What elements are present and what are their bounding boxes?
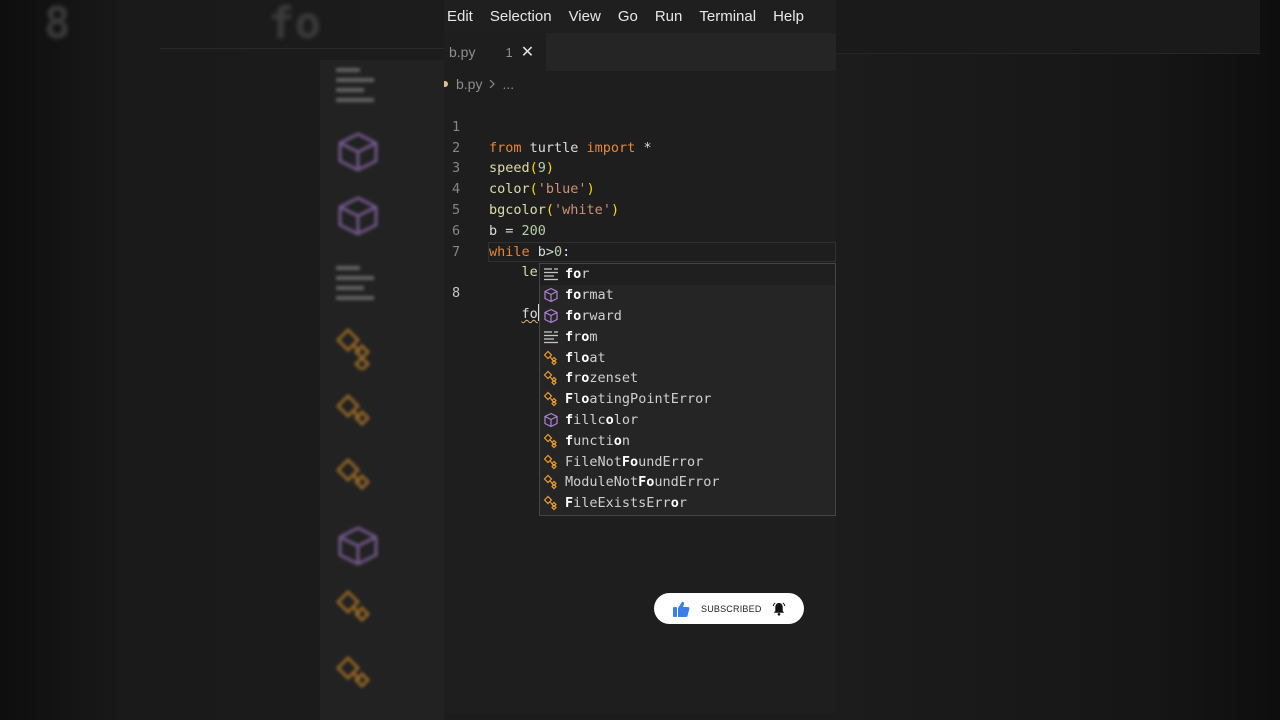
keyword-icon bbox=[544, 331, 558, 343]
code-line: 3 color('blue') bbox=[444, 138, 836, 197]
suggestion-item[interactable]: FloatingPointError bbox=[540, 389, 835, 410]
problems-count-badge: 1 bbox=[505, 44, 513, 60]
code-area[interactable]: 1 from turtle import * 2 speed(9) 3 colo… bbox=[444, 96, 836, 322]
tab-bar: b.py 1 ✕ bbox=[444, 33, 836, 71]
menu-bar: Edit Selection View Go Run Terminal Help bbox=[444, 0, 836, 33]
tab-filename: b.py bbox=[449, 44, 476, 60]
modified-indicator bbox=[444, 81, 448, 87]
class-icon bbox=[543, 433, 557, 449]
suggestion-item[interactable]: FileNotFoundError bbox=[540, 451, 835, 472]
suggestion-label: FileNotFoundError bbox=[565, 453, 704, 470]
menu-view[interactable]: View bbox=[569, 8, 601, 25]
variable-icon bbox=[544, 308, 558, 324]
suggestion-item[interactable]: function bbox=[540, 430, 835, 451]
class-icon bbox=[543, 495, 557, 511]
code-line: 1 from turtle import * bbox=[444, 96, 836, 156]
backdrop-divider bbox=[160, 48, 444, 49]
typed-text: fo bbox=[521, 305, 538, 322]
autocomplete-suggestions: for format forward from float frozenset Floati… bbox=[539, 263, 836, 516]
backdrop-class-icon bbox=[335, 393, 371, 427]
suggestion-label: forward bbox=[565, 307, 622, 324]
code-line: 2 speed(9) bbox=[444, 117, 836, 177]
suggestion-item[interactable]: ModuleNotFoundError bbox=[540, 472, 835, 493]
menu-run[interactable]: Run bbox=[655, 8, 683, 25]
code-line: 7 left(b) bbox=[444, 221, 836, 281]
suggestion-item[interactable]: fillcolor bbox=[540, 410, 835, 431]
menu-terminal[interactable]: Terminal bbox=[699, 8, 756, 25]
backdrop-class-icon bbox=[335, 327, 371, 370]
backdrop-class-icon bbox=[335, 655, 371, 689]
suggestion-item[interactable]: frozenset bbox=[540, 368, 835, 389]
suggestion-item[interactable]: float bbox=[540, 347, 835, 368]
suggestion-item[interactable]: for bbox=[540, 264, 835, 285]
breadcrumb-file[interactable]: b.py bbox=[456, 76, 482, 92]
breadcrumb: b.py ... bbox=[444, 73, 514, 95]
code-line: 4 bgcolor('white') bbox=[444, 158, 836, 218]
suggestion-label: ModuleNotFoundError bbox=[565, 474, 720, 491]
suggestion-label: FileExistsError bbox=[565, 495, 687, 512]
blurred-backdrop-right bbox=[836, 0, 1280, 720]
menu-selection[interactable]: Selection bbox=[490, 8, 552, 25]
keyword-icon bbox=[544, 268, 558, 281]
suggestion-label: fillcolor bbox=[565, 411, 639, 428]
suggestion-label: from bbox=[565, 328, 598, 345]
chevron-right-icon bbox=[490, 79, 496, 89]
code-line: 5 b = 200 bbox=[444, 179, 836, 239]
backdrop-keyword-icon bbox=[336, 266, 374, 300]
breadcrumb-more[interactable]: ... bbox=[502, 76, 514, 92]
line-number: 8 bbox=[452, 285, 461, 302]
backdrop-line-number: 8 bbox=[44, 0, 71, 49]
close-icon[interactable]: ✕ bbox=[521, 44, 534, 60]
menu-edit[interactable]: Edit bbox=[447, 8, 473, 25]
class-icon bbox=[543, 391, 557, 407]
tab-b-py[interactable]: b.py 1 ✕ bbox=[444, 33, 546, 71]
suggestion-label: FloatingPointError bbox=[565, 391, 712, 408]
thumbs-up-icon bbox=[673, 601, 690, 617]
class-icon bbox=[543, 350, 557, 365]
variable-icon bbox=[544, 288, 558, 303]
subscribed-label: SUBSCRIBED bbox=[701, 603, 762, 614]
suggestion-label: format bbox=[565, 287, 614, 304]
bell-icon bbox=[772, 601, 785, 616]
suggestion-label: float bbox=[565, 349, 606, 366]
blurred-backdrop-left: 8 fo bbox=[0, 0, 444, 720]
menu-help[interactable]: Help bbox=[773, 8, 804, 25]
suggestion-label: frozenset bbox=[565, 370, 639, 387]
backdrop-keyword-icon bbox=[336, 68, 374, 102]
backdrop-variable-icon bbox=[338, 196, 378, 236]
class-icon bbox=[543, 475, 557, 490]
current-line-highlight bbox=[488, 241, 836, 263]
backdrop-class-icon bbox=[335, 457, 371, 491]
subscribed-button[interactable]: SUBSCRIBED bbox=[654, 593, 804, 624]
class-icon bbox=[543, 371, 557, 386]
backdrop-class-icon bbox=[335, 589, 371, 623]
backdrop-typed-text: fo bbox=[268, 0, 321, 49]
suggestion-label: function bbox=[565, 432, 631, 449]
suggestion-item[interactable]: forward bbox=[540, 306, 835, 327]
code-line-current: 8 fo bbox=[444, 241, 836, 322]
code-text: fo bbox=[489, 303, 539, 325]
status-bar-edge bbox=[444, 714, 836, 720]
backdrop-variable-icon bbox=[338, 526, 378, 566]
suggestion-item[interactable]: FileExistsError bbox=[540, 493, 835, 514]
suggestion-item[interactable]: from bbox=[540, 326, 835, 347]
code-line: 6 while b>0: bbox=[444, 200, 836, 260]
backdrop-variable-icon bbox=[338, 132, 378, 172]
suggestion-item[interactable]: format bbox=[540, 285, 835, 306]
class-icon bbox=[543, 454, 557, 469]
suggestion-label: for bbox=[565, 266, 590, 283]
variable-icon bbox=[544, 412, 558, 428]
menu-go[interactable]: Go bbox=[618, 8, 638, 25]
